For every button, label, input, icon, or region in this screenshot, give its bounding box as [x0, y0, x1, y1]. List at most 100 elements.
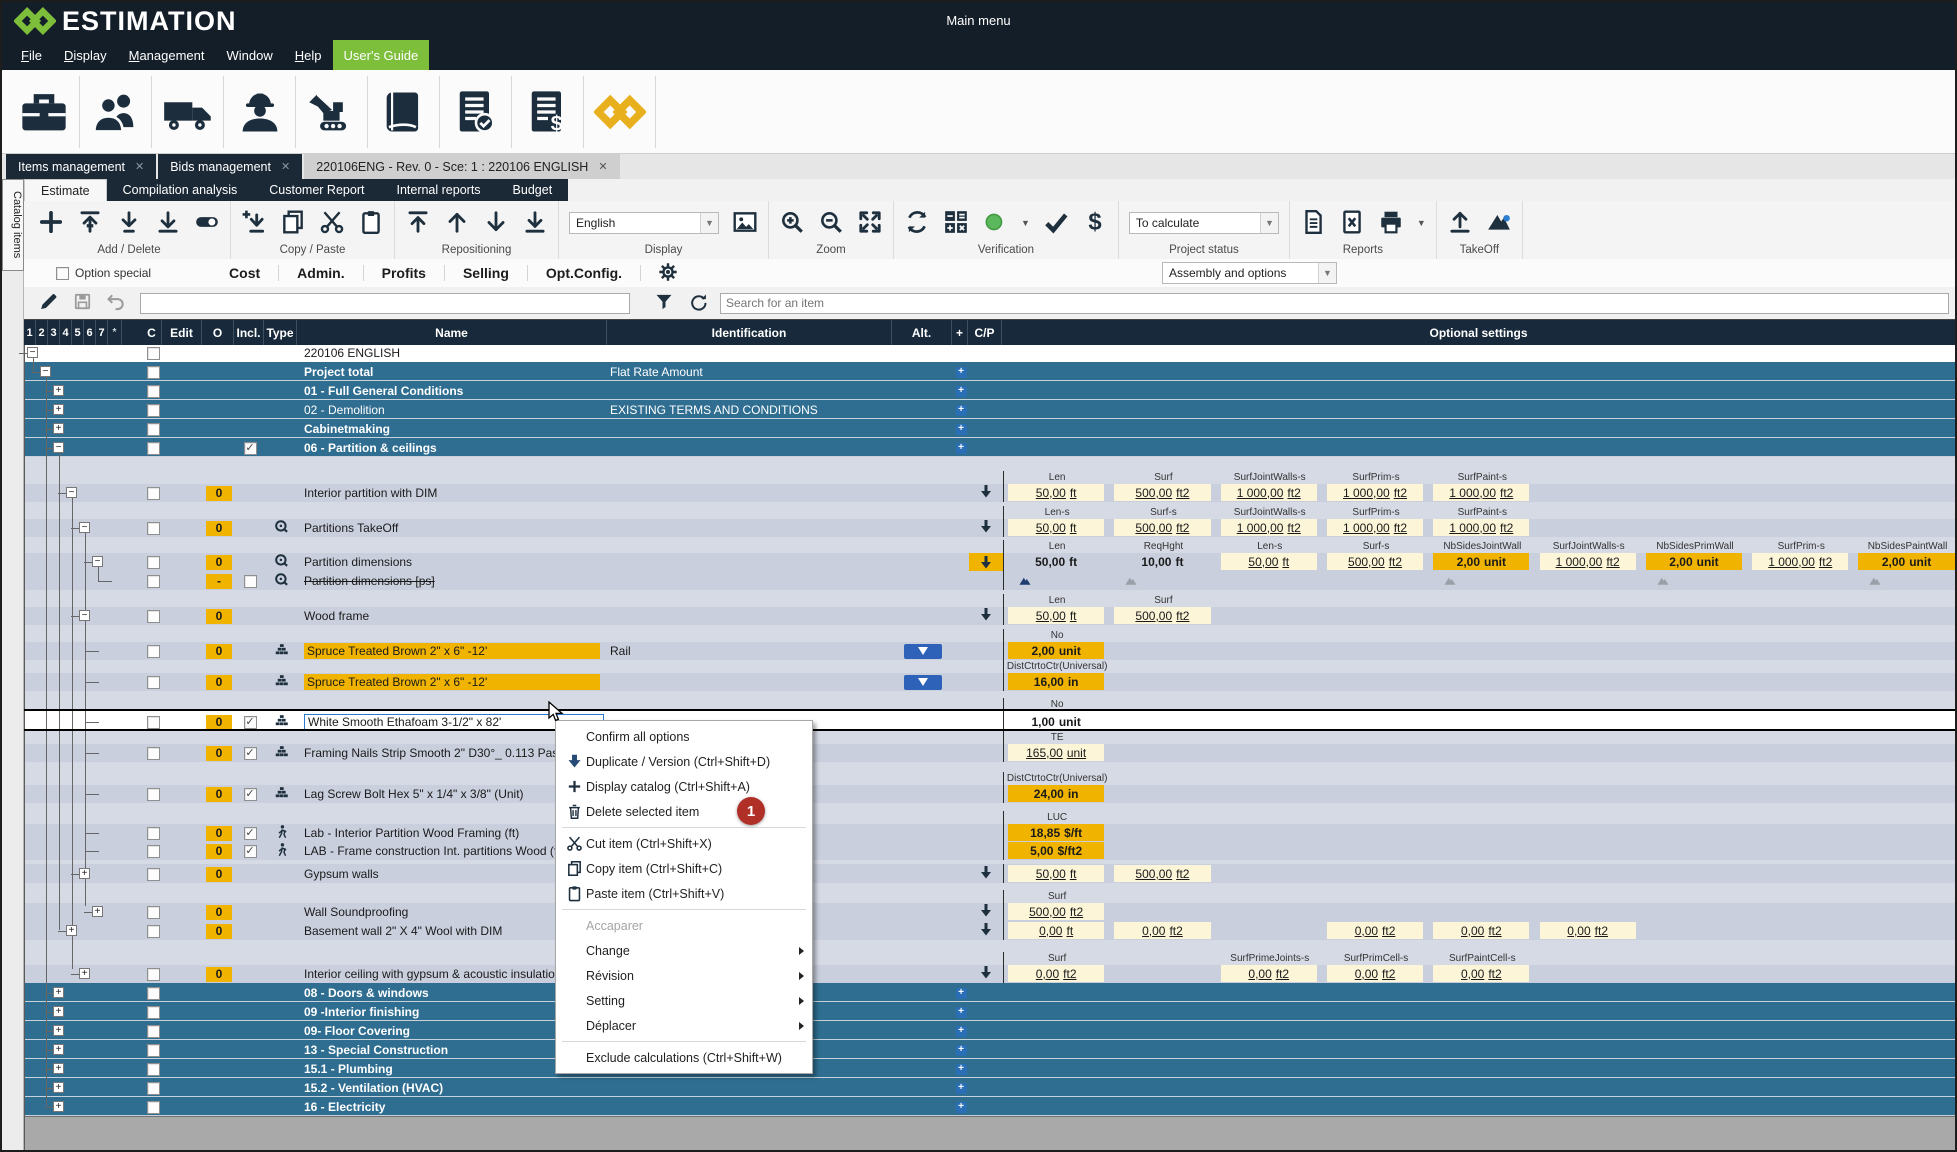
edit-pencil-icon[interactable] [38, 291, 59, 315]
header-col-5[interactable]: 5 [72, 320, 84, 345]
row-checkbox[interactable] [147, 442, 160, 455]
item-name[interactable]: Partition dimensions [ps] [304, 574, 435, 588]
table-row[interactable]: 0✓Framing Nails Strip Smooth 2" D30°_ 0.… [25, 731, 1955, 762]
row-checkbox[interactable] [147, 1101, 160, 1114]
copy-paste-button[interactable] [980, 866, 992, 882]
option-badge[interactable]: 0 [206, 644, 232, 659]
table-row[interactable]: −0Partition dimensionsLenReqHghtLen-sSur… [25, 540, 1955, 571]
setting-value[interactable]: 500,00ft2 [1008, 903, 1104, 920]
toolbar-worker-icon[interactable] [224, 76, 296, 148]
row-checkbox[interactable] [147, 925, 160, 938]
option-badge[interactable]: 0 [206, 787, 232, 802]
save-icon[interactable] [73, 292, 92, 314]
chevron-down-icon[interactable]: ▼ [1318, 263, 1336, 283]
header-col-name[interactable]: Name [297, 320, 607, 345]
chevron-down-icon[interactable]: ▼ [1417, 218, 1426, 228]
item-name[interactable]: Interior ceiling with gypsum & acoustic … [304, 967, 561, 981]
menu-item-exclude-calculations-ctrl-shift-w[interactable]: Exclude calculations (Ctrl+Shift+W) [556, 1045, 812, 1070]
setting-value[interactable]: 1 000,00ft2 [1540, 553, 1636, 570]
ribbon-report-print-icon[interactable] [1378, 209, 1404, 238]
row-checkbox[interactable] [147, 868, 160, 881]
option-badge[interactable]: 0 [206, 715, 232, 730]
expand-options-button[interactable]: + [956, 424, 967, 435]
ribbon-paste-insert-icon[interactable] [241, 209, 267, 238]
header-col-identification[interactable]: Identification [607, 320, 892, 345]
menu-item-display-catalog-ctrl-shift-a[interactable]: Display catalog (Ctrl+Shift+A) [556, 774, 812, 799]
item-name[interactable]: Lab - Interior Partition Wood Framing (f… [304, 826, 519, 840]
expand-options-button[interactable]: + [956, 1045, 967, 1056]
ribbon-move-bottom-icon[interactable] [522, 209, 548, 238]
tab-customer-report[interactable]: Customer Report [253, 179, 380, 201]
ribbon-move-top-icon[interactable] [405, 209, 431, 238]
setting-value[interactable]: 500,00ft2 [1114, 519, 1210, 536]
setting-value[interactable]: 0,00ft2 [1433, 922, 1529, 939]
header-col-incl[interactable]: Incl. [234, 320, 264, 345]
ribbon-select[interactable]: To calculate▼ [1129, 212, 1279, 234]
item-name[interactable]: Framing Nails Strip Smooth 2" D30°_ 0.11… [304, 746, 574, 760]
ribbon-confirm-check-icon[interactable] [1043, 209, 1069, 238]
item-name[interactable]: Basement wall 2" X 4" Wool with DIM [304, 924, 502, 938]
alternative-button[interactable] [904, 644, 942, 659]
menu-display[interactable]: Display [53, 40, 118, 70]
item-name[interactable]: Project total [304, 365, 373, 379]
menu-item-copy-item-ctrl-shift-c[interactable]: Copy item (Ctrl+Shift+C) [556, 856, 812, 881]
setting-value[interactable]: 2,00unit [1646, 553, 1742, 570]
row-checkbox[interactable] [147, 716, 160, 729]
setting-value[interactable]: 50,00ft [1008, 519, 1104, 536]
item-name[interactable]: 09 -Interior finishing [304, 1005, 419, 1019]
setting-value[interactable]: 2,00unit [1858, 553, 1954, 570]
copy-paste-button[interactable] [980, 966, 992, 982]
option-badge[interactable]: 0 [206, 746, 232, 761]
document-tab[interactable]: 220106ENG - Rev. 0 - Sce: 1 : 220106 ENG… [304, 154, 619, 179]
setting-value[interactable]: 1 000,00ft2 [1327, 484, 1423, 501]
toolbar-catalog-icon[interactable] [368, 76, 440, 148]
view-mode-select[interactable]: Assembly and options▼ [1162, 262, 1337, 284]
row-checkbox[interactable] [147, 522, 160, 535]
table-row[interactable]: 0Spruce Treated Brown 2" x 6" -12'DistCt… [25, 660, 1955, 691]
header-col-6[interactable]: 6 [84, 320, 96, 345]
setting-value[interactable]: 1 000,00ft2 [1221, 519, 1317, 536]
setting-value[interactable]: 0,00ft [1008, 922, 1104, 939]
setting-value[interactable]: 500,00ft2 [1114, 607, 1210, 624]
table-row[interactable]: +13 - Special Construction+ [25, 1040, 1955, 1059]
header-col-1[interactable]: 1 [24, 320, 36, 345]
expand-options-button[interactable]: + [956, 988, 967, 999]
include-checkbox[interactable]: ✓ [244, 716, 257, 729]
include-checkbox[interactable]: ✓ [244, 827, 257, 840]
menu-help[interactable]: Help [284, 40, 333, 70]
item-name[interactable]: Spruce Treated Brown 2" x 6" -12' [304, 643, 600, 659]
menu-item-cut-item-ctrl-shift-x[interactable]: Cut item (Ctrl+Shift+X) [556, 831, 812, 856]
setting-value[interactable]: 24,00in [1008, 785, 1104, 802]
ribbon-insert-bottom-icon[interactable] [155, 209, 181, 238]
table-row[interactable]: +09- Floor Covering+ [25, 1021, 1955, 1040]
option-special-toggle[interactable]: Option special [56, 266, 151, 280]
chevron-down-icon[interactable]: ▼ [1021, 218, 1030, 228]
toolbar-clients-icon[interactable] [80, 76, 152, 148]
row-checkbox[interactable] [147, 423, 160, 436]
table-row[interactable]: −220106 ENGLISH [25, 345, 1955, 362]
setting-value[interactable]: 500,00ft2 [1114, 484, 1210, 501]
ribbon-cut-icon[interactable] [319, 209, 345, 238]
expand-options-button[interactable]: + [956, 386, 967, 397]
copy-paste-button[interactable] [980, 520, 992, 536]
tree-expand-icon[interactable]: + [53, 423, 64, 434]
tree-expand-icon[interactable]: + [92, 906, 103, 917]
tree-expand-icon[interactable]: + [53, 385, 64, 396]
ribbon-status-indicator-icon[interactable] [982, 209, 1008, 238]
setting-value[interactable]: 0,00ft2 [1327, 922, 1423, 939]
row-checkbox[interactable] [147, 1006, 160, 1019]
table-row[interactable]: 0✓Lab - Interior Partition Wood Framing … [25, 811, 1955, 842]
setting-value[interactable]: 1 000,00ft2 [1327, 519, 1423, 536]
table-row[interactable]: 0✓LAB - Frame construction Int. partitio… [25, 842, 1955, 860]
setting-value[interactable]: 1,00unit [1008, 713, 1104, 730]
setting-value[interactable]: 10,00ft [1114, 553, 1210, 570]
menu-item-delete-selected-item[interactable]: Delete selected item [556, 799, 812, 824]
table-row[interactable]: −0Interior partition with DIMLenSurfSurf… [25, 471, 1955, 502]
option-badge[interactable]: 0 [206, 555, 232, 570]
row-checkbox[interactable] [147, 645, 160, 658]
table-row[interactable]: 0✓Lag Screw Bolt Hex 5" x 1/4" x 3/8" (U… [25, 772, 1955, 803]
toolbar-link-selling[interactable]: Selling [445, 265, 528, 281]
takeoff-link-icon[interactable] [1656, 574, 1670, 588]
ribbon-insert-up-icon[interactable] [77, 209, 103, 238]
item-name[interactable]: 15.2 - Ventilation (HVAC) [304, 1081, 443, 1095]
